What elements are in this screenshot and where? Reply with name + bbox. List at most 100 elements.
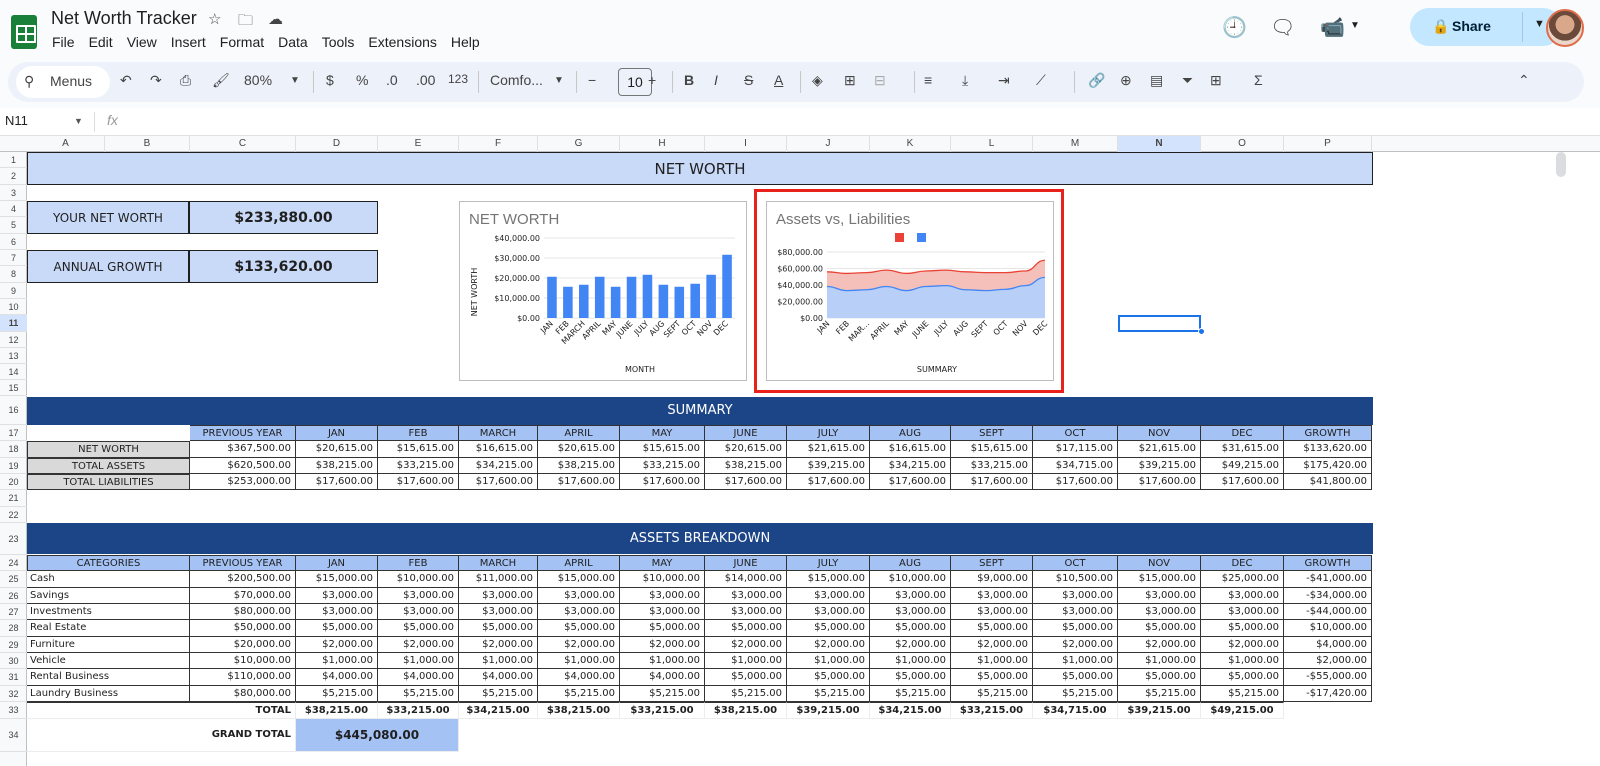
assets-cell[interactable]: $1,000.00 [620, 653, 705, 669]
avatar[interactable] [1546, 9, 1584, 47]
row-header-26[interactable]: 26 [0, 588, 27, 604]
net-worth-chart[interactable]: NET WORTH $40,000.00 $30,000.00 $20,000.00 $… [459, 201, 747, 381]
row-header-22[interactable]: 22 [0, 507, 27, 523]
column-header-b[interactable]: B [105, 136, 190, 152]
assets-cell[interactable]: $3,000.00 [378, 604, 459, 620]
assets-cell[interactable]: $5,000.00 [1033, 669, 1118, 686]
assets-cell[interactable]: $3,000.00 [870, 604, 951, 620]
summary-cell[interactable]: $34,215.00 [870, 458, 951, 474]
name-box-dropdown-icon[interactable]: ▼ [74, 116, 83, 126]
assets-cell[interactable]: $2,000.00 [870, 637, 951, 653]
assets-cell[interactable]: $2,000.00 [620, 637, 705, 653]
row-header-3[interactable]: 3 [0, 185, 27, 201]
row-header-13[interactable]: 13 [0, 348, 27, 364]
assets-header[interactable]: MARCH [459, 555, 538, 571]
summary-cell[interactable]: $34,215.00 [459, 458, 538, 474]
assets-header[interactable]: AUG [870, 555, 951, 571]
assets-cell[interactable]: $3,000.00 [296, 604, 378, 620]
assets-category[interactable]: Furniture [27, 637, 190, 653]
decrease-font-icon[interactable]: − [588, 72, 596, 88]
assets-cell[interactable]: $2,000.00 [1118, 637, 1201, 653]
assets-cell[interactable]: -$34,000.00 [1284, 588, 1372, 604]
row-header-9[interactable]: 9 [0, 283, 27, 299]
summary-header[interactable]: SEPT [951, 425, 1033, 441]
total-cell[interactable]: $38,215.00 [705, 702, 787, 719]
assets-cell[interactable]: $5,215.00 [538, 686, 620, 702]
total-cell[interactable]: $49,215.00 [1201, 702, 1284, 719]
sheets-logo[interactable] [11, 15, 37, 49]
assets-cell[interactable]: $1,000.00 [296, 653, 378, 669]
summary-header[interactable]: AUG [870, 425, 951, 441]
total-label[interactable]: TOTAL [27, 702, 296, 719]
grand-total-label[interactable]: GRAND TOTAL [27, 719, 296, 752]
assets-header[interactable]: OCT [1033, 555, 1118, 571]
summary-header[interactable]: JUNE [705, 425, 787, 441]
assets-category[interactable]: Rental Business [27, 669, 190, 686]
summary-cell[interactable]: $17,600.00 [787, 474, 870, 490]
assets-cell[interactable]: $5,215.00 [296, 686, 378, 702]
summary-cell[interactable]: $41,800.00 [1284, 474, 1372, 490]
assets-category[interactable]: Savings [27, 588, 190, 604]
summary-cell[interactable]: $620,500.00 [190, 458, 296, 474]
assets-cell[interactable]: $4,000.00 [620, 669, 705, 686]
assets-cell[interactable]: $1,000.00 [787, 653, 870, 669]
menu-insert[interactable]: Insert [171, 34, 206, 50]
summary-cell[interactable]: $15,615.00 [378, 441, 459, 458]
row-header-33[interactable]: 33 [0, 702, 27, 719]
summary-cell[interactable]: $21,615.00 [787, 441, 870, 458]
total-cell[interactable]: $39,215.00 [787, 702, 870, 719]
assets-cell[interactable]: $25,000.00 [1201, 571, 1284, 588]
assets-cell[interactable]: $4,000.00 [459, 669, 538, 686]
summary-cell[interactable]: $17,600.00 [870, 474, 951, 490]
assets-cell[interactable]: $3,000.00 [870, 588, 951, 604]
row-header-19[interactable]: 19 [0, 458, 27, 474]
assets-header[interactable]: SEPT [951, 555, 1033, 571]
assets-cell[interactable]: $15,000.00 [1118, 571, 1201, 588]
assets-cell[interactable]: $5,000.00 [538, 620, 620, 637]
column-header-e[interactable]: E [378, 136, 459, 152]
row-header-4[interactable]: 4 [0, 201, 27, 217]
font-size-input[interactable]: 10 [618, 68, 652, 96]
assets-category[interactable]: Real Estate [27, 620, 190, 637]
summary-cell[interactable]: $20,615.00 [705, 441, 787, 458]
summary-cell[interactable]: $33,215.00 [951, 458, 1033, 474]
menu-file[interactable]: File [52, 34, 75, 50]
assets-cell[interactable]: $20,000.00 [190, 637, 296, 653]
assets-cell[interactable]: $3,000.00 [378, 588, 459, 604]
assets-cell[interactable]: $3,000.00 [1201, 604, 1284, 620]
column-header-d[interactable]: D [296, 136, 378, 152]
assets-header[interactable]: GROWTH [1284, 555, 1372, 571]
column-header-h[interactable]: H [620, 136, 705, 152]
assets-category[interactable]: Laundry Business [27, 686, 190, 702]
assets-cell[interactable]: $2,000.00 [951, 637, 1033, 653]
assets-header[interactable]: APRIL [538, 555, 620, 571]
assets-cell[interactable]: -$17,420.00 [1284, 686, 1372, 702]
assets-cell[interactable]: $5,000.00 [705, 669, 787, 686]
fill-color-icon[interactable]: ◈ [812, 72, 823, 89]
assets-cell[interactable]: $15,000.00 [787, 571, 870, 588]
column-header-o[interactable]: O [1201, 136, 1284, 152]
total-cell[interactable]: $38,215.00 [538, 702, 620, 719]
number-format-button[interactable]: 123 [448, 72, 468, 86]
assets-cell[interactable]: $5,215.00 [459, 686, 538, 702]
font-dropdown-icon[interactable]: ▼ [554, 75, 564, 86]
menu-help[interactable]: Help [451, 34, 480, 50]
summary-cell[interactable]: $33,215.00 [620, 458, 705, 474]
assets-cell[interactable]: $5,000.00 [1118, 669, 1201, 686]
meet-icon[interactable]: 📹 [1320, 15, 1345, 40]
assets-cell[interactable]: $4,000.00 [1284, 637, 1372, 653]
assets-cell[interactable]: $15,000.00 [538, 571, 620, 588]
assets-cell[interactable]: $3,000.00 [538, 604, 620, 620]
row-header-7[interactable]: 7 [0, 250, 27, 266]
assets-cell[interactable]: $5,215.00 [705, 686, 787, 702]
assets-cell[interactable]: $2,000.00 [459, 637, 538, 653]
summary-cell[interactable]: $17,600.00 [705, 474, 787, 490]
assets-cell[interactable]: $3,000.00 [620, 604, 705, 620]
assets-cell[interactable]: $80,000.00 [190, 604, 296, 620]
row-header-34[interactable]: 34 [0, 719, 27, 752]
summary-cell[interactable]: $15,615.00 [620, 441, 705, 458]
column-header-m[interactable]: M [1033, 136, 1118, 152]
assets-cell[interactable]: $3,000.00 [705, 604, 787, 620]
vertical-scrollbar[interactable] [1556, 152, 1566, 177]
assets-cell[interactable]: $5,215.00 [620, 686, 705, 702]
